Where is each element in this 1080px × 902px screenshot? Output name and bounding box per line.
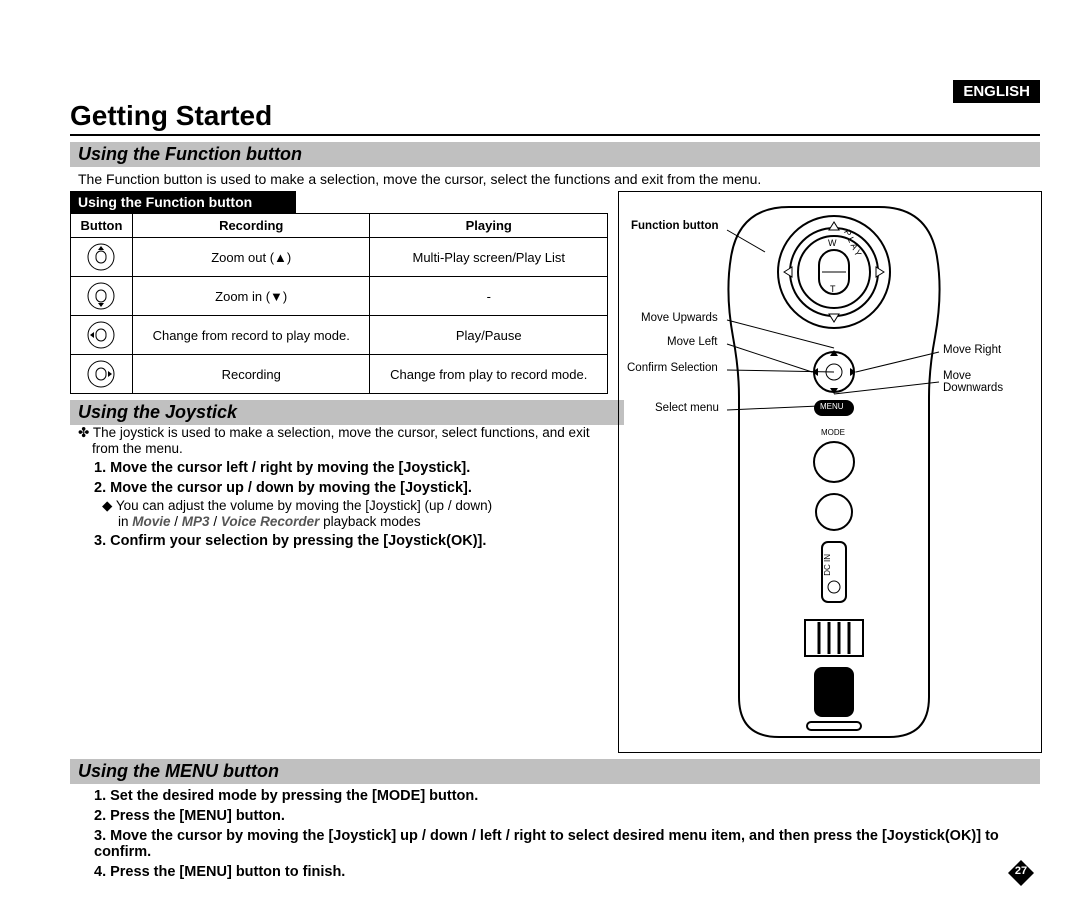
- menu-step-3: 3. Move the cursor by moving the [Joysti…: [78, 828, 1032, 860]
- cell-playing: Change from play to record mode.: [370, 355, 608, 394]
- table-row: Recording Change from play to record mod…: [71, 355, 608, 394]
- menu-step-2: 2. Press the [MENU] button.: [78, 808, 1032, 824]
- label-move-upwards: Move Upwards: [641, 312, 718, 324]
- label-dcin: DC IN: [823, 554, 832, 576]
- cell-playing: -: [370, 277, 608, 316]
- joystick-modes-line: in Movie / MP3 / Voice Recorder playback…: [118, 514, 600, 529]
- menu-step-1: 1. Set the desired mode by pressing the …: [78, 788, 1032, 804]
- table-row: Change from record to play mode. Play/Pa…: [71, 316, 608, 355]
- cell-recording: Change from record to play mode.: [132, 316, 370, 355]
- page-title: Getting Started: [70, 100, 1040, 136]
- button-icon: [71, 277, 133, 316]
- label-move-right: Move Right: [943, 344, 1001, 356]
- joystick-step-2: 2. Move the cursor up / down by moving t…: [78, 480, 600, 496]
- section-function-title: Using the Function button: [70, 142, 1040, 167]
- label-mode: MODE: [821, 428, 845, 437]
- label-move-left: Move Left: [667, 336, 718, 348]
- label-menu: MENU: [820, 402, 844, 411]
- th-recording: Recording: [132, 214, 370, 238]
- language-badge: ENGLISH: [953, 80, 1040, 103]
- function-intro-text: The Function button is used to make a se…: [78, 171, 1032, 187]
- joystick-bullet: ✤ The joystick is used to make a selecti…: [92, 425, 600, 456]
- joystick-step-3: 3. Confirm your selection by pressing th…: [78, 533, 600, 549]
- joystick-step-1: 1. Move the cursor left / right by movin…: [78, 460, 600, 476]
- th-playing: Playing: [370, 214, 608, 238]
- label-move-downwards: Move Downwards: [943, 370, 1023, 394]
- table-row: Zoom out (▲) Multi-Play screen/Play List: [71, 238, 608, 277]
- label-select-menu: Select menu: [655, 402, 719, 414]
- label-w: W: [828, 238, 837, 248]
- label-function-button: Function button: [631, 220, 719, 232]
- cell-playing: Play/Pause: [370, 316, 608, 355]
- cell-recording: Recording: [132, 355, 370, 394]
- table-title: Using the Function button: [70, 191, 296, 213]
- label-t: T: [830, 284, 836, 294]
- th-button: Button: [71, 214, 133, 238]
- cell-recording: Zoom out (▲): [132, 238, 370, 277]
- button-icon: [71, 238, 133, 277]
- menu-step-4: 4. Press the [MENU] button to finish.: [78, 864, 1032, 880]
- button-icon: [71, 355, 133, 394]
- joystick-step-2-sub: ◆ You can adjust the volume by moving th…: [118, 498, 600, 514]
- button-icon: [71, 316, 133, 355]
- device-diagram: Function button Move Upwards Move Left C…: [618, 191, 1042, 753]
- label-confirm: Confirm Selection: [627, 362, 718, 374]
- function-table: Button Recording Playing Zoom out (▲) Mu…: [70, 213, 608, 394]
- page-number-badge: 27: [1006, 858, 1036, 888]
- cell-playing: Multi-Play screen/Play List: [370, 238, 608, 277]
- cell-recording: Zoom in (▼): [132, 277, 370, 316]
- manual-page: ENGLISH Getting Started Using the Functi…: [0, 0, 1080, 902]
- table-row: Zoom in (▼) -: [71, 277, 608, 316]
- page-number: 27: [1006, 865, 1036, 877]
- section-joystick-title: Using the Joystick: [70, 400, 624, 425]
- section-menu-title: Using the MENU button: [70, 759, 1040, 784]
